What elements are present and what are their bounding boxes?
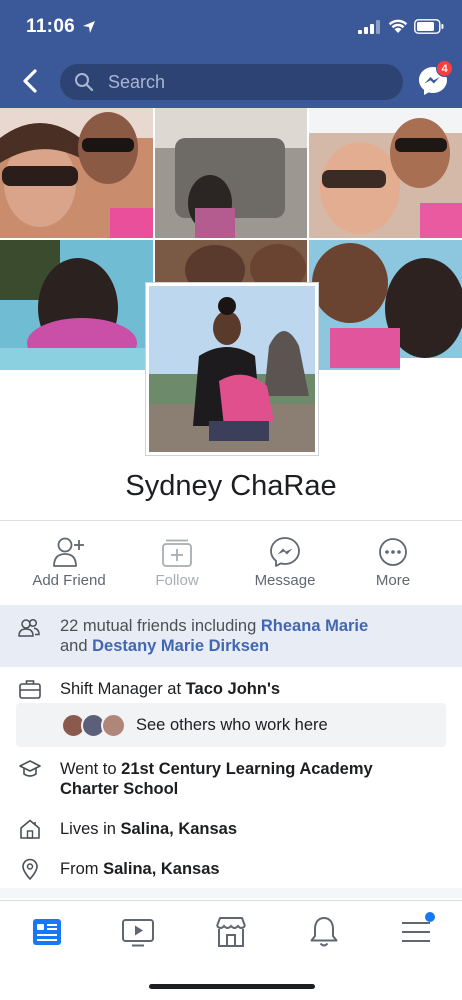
lives-in-prefix: Lives in xyxy=(60,820,116,838)
current-city-link[interactable]: Salina, Kansas xyxy=(121,820,237,838)
status-bar: 11:06 xyxy=(0,0,462,52)
wifi-icon xyxy=(388,19,408,33)
cellular-signal-icon xyxy=(358,20,380,34)
search-icon xyxy=(75,73,94,92)
search-bar[interactable] xyxy=(60,64,403,100)
coworkers-label: See others who work here xyxy=(136,716,328,734)
status-time: 11:06 xyxy=(26,16,76,37)
messenger-badge: 4 xyxy=(436,60,453,77)
watch-icon[interactable] xyxy=(120,915,156,949)
coworker-avatars xyxy=(61,713,131,739)
lives-in-text: Lives in Salina, Kansas xyxy=(60,819,237,839)
more-button[interactable]: More xyxy=(338,536,448,592)
more-icon xyxy=(379,538,407,566)
notifications-icon[interactable] xyxy=(306,915,342,949)
education-row[interactable]: Went to 21st Century Learning Academy Ch… xyxy=(0,756,462,800)
message-button[interactable]: Message xyxy=(230,536,340,592)
education-text: Went to 21st Century Learning Academy Ch… xyxy=(60,759,420,799)
follow-label: Follow xyxy=(155,572,199,589)
divider xyxy=(0,520,462,521)
mutual-friend-link[interactable]: Destany Marie Dirksen xyxy=(92,637,269,655)
briefcase-icon xyxy=(19,680,41,699)
follow-button[interactable]: Follow xyxy=(122,536,232,592)
messenger-icon xyxy=(270,537,300,567)
mutual-friends-banner[interactable]: 22 mutual friends including Rheana Marie… xyxy=(0,605,462,667)
profile-picture[interactable] xyxy=(146,283,318,455)
coworkers-button[interactable]: See others who work here xyxy=(16,703,446,747)
education-prefix: Went to xyxy=(60,760,117,778)
battery-icon xyxy=(414,19,444,34)
more-label: More xyxy=(375,572,411,589)
add-friend-label: Add Friend xyxy=(32,572,106,589)
home-indicator xyxy=(149,984,315,989)
location-arrow-icon xyxy=(83,21,95,33)
mutual-friends-text: 22 mutual friends including Rheana Marie… xyxy=(60,616,450,656)
back-chevron-icon[interactable] xyxy=(18,66,44,96)
hometown-text: From Salina, Kansas xyxy=(60,859,220,879)
add-friend-icon xyxy=(53,537,84,567)
search-input[interactable] xyxy=(108,68,388,96)
mutual-friend-link[interactable]: Rheana Marie xyxy=(261,617,368,635)
hometown-link[interactable]: Salina, Kansas xyxy=(103,860,219,878)
mutual-count-text: 22 mutual friends including xyxy=(60,617,257,635)
workplace-link[interactable]: Taco John's xyxy=(186,680,280,698)
profile-name: Sydney ChaRae xyxy=(125,470,337,502)
message-label: Message xyxy=(254,572,316,589)
location-pin-icon xyxy=(22,858,38,880)
lives-in-row[interactable]: Lives in Salina, Kansas xyxy=(0,816,462,848)
work-text: Shift Manager at Taco John's xyxy=(60,679,280,699)
menu-notification-dot xyxy=(425,912,435,922)
hometown-row[interactable]: From Salina, Kansas xyxy=(0,856,462,888)
top-navigation-bar: 11:06 4 xyxy=(0,0,462,108)
marketplace-icon[interactable] xyxy=(213,915,249,949)
follow-icon xyxy=(162,539,192,567)
section-divider xyxy=(0,888,462,898)
profile-photo-image xyxy=(149,286,315,452)
mutual-and-text: and xyxy=(60,637,88,655)
avatar xyxy=(101,713,126,738)
friends-icon xyxy=(18,618,40,637)
work-prefix: Shift Manager at xyxy=(60,680,182,698)
graduation-cap-icon xyxy=(19,760,41,777)
home-icon xyxy=(20,819,40,839)
news-feed-icon[interactable] xyxy=(29,915,65,949)
hometown-prefix: From xyxy=(60,860,99,878)
add-friend-button[interactable]: Add Friend xyxy=(14,536,124,592)
